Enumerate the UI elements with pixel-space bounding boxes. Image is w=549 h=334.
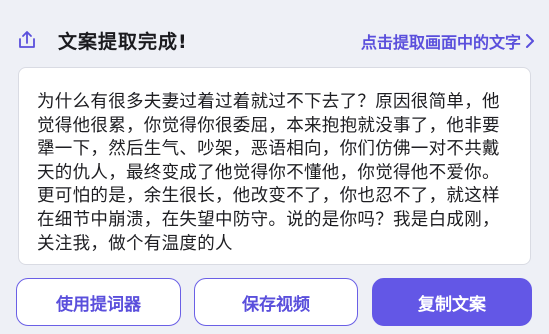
extracted-text: 为什么有很多夫妻过着过着就过不下去了？原因很简单，他觉得他很累，你觉得你很委屈，… [37,92,500,254]
page-title: 文案提取完成! [58,31,188,53]
result-header: 文案提取完成! 点击提取画面中的文字 [0,0,549,68]
use-teleprompter-button[interactable]: 使用提词器 [16,278,181,326]
save-video-button[interactable]: 保存视频 [194,278,358,326]
extract-text-link-label: 点击提取画面中的文字 [360,33,521,52]
extract-text-link[interactable]: 点击提取画面中的文字 [361,29,535,53]
extracted-text-box[interactable]: 为什么有很多夫妻过着过着就过不下去了？原因很简单，他觉得他很累，你觉得你很委屈，… [18,67,531,265]
chevron-right-icon [526,34,534,48]
share-upload-icon[interactable] [16,29,38,51]
copy-text-button[interactable]: 复制文案 [372,278,532,326]
